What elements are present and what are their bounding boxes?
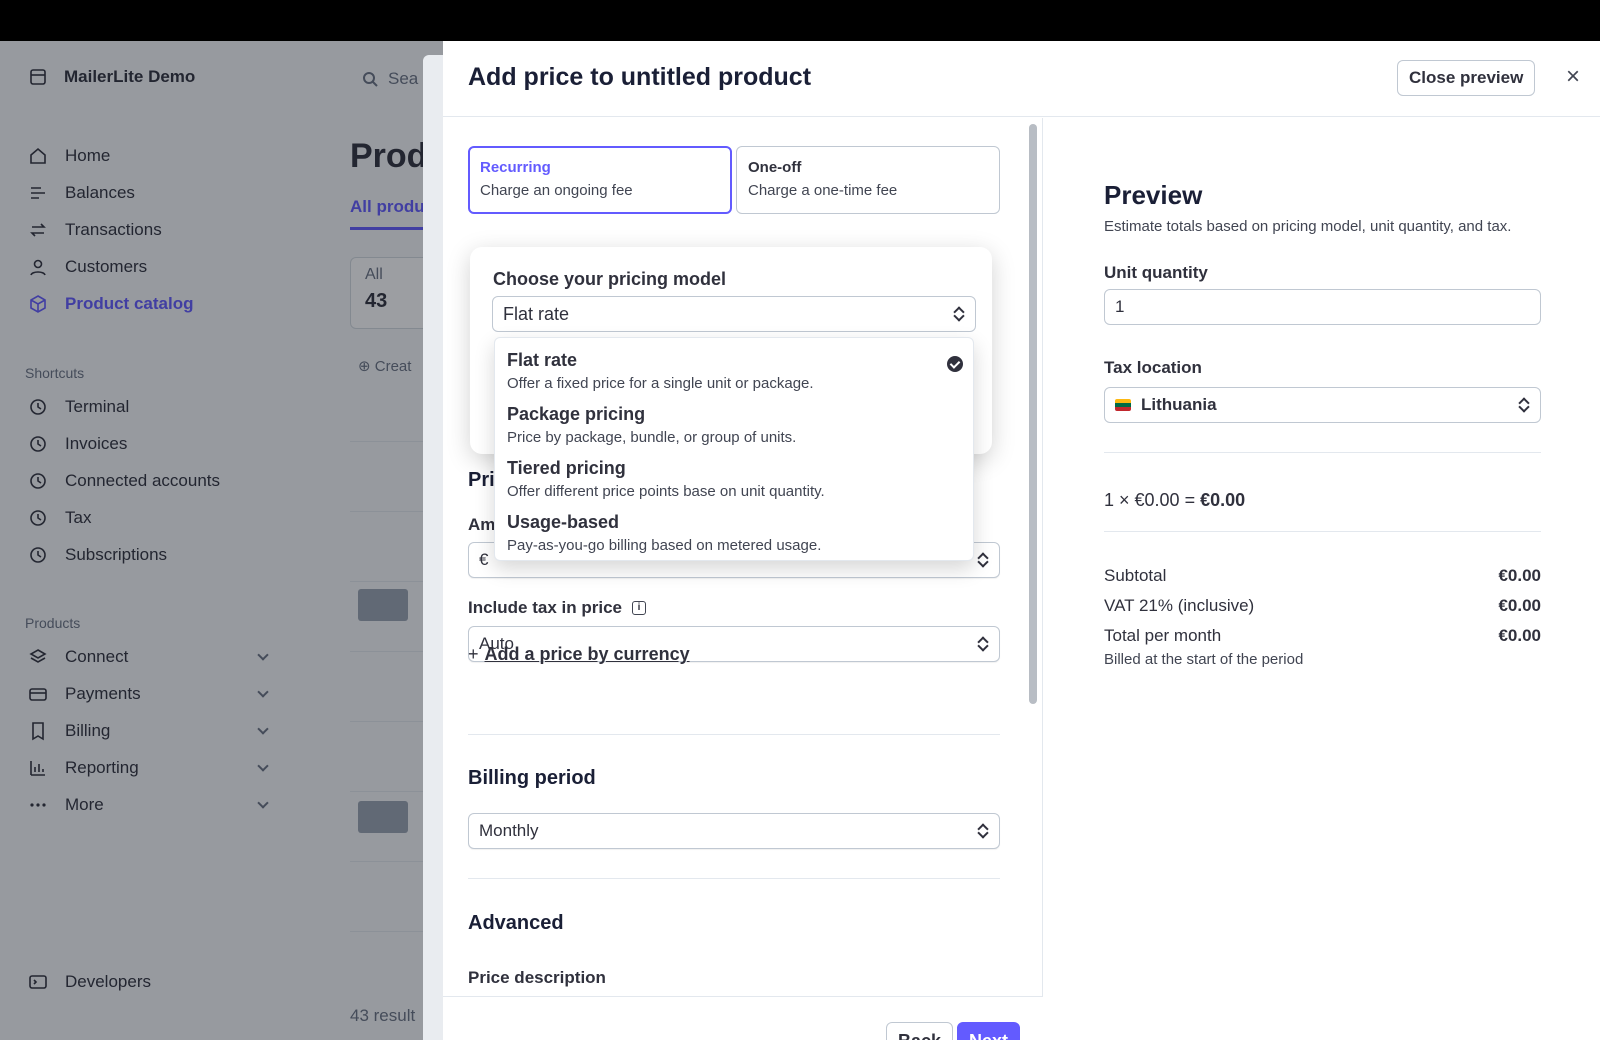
- close-preview-button[interactable]: Close preview: [1397, 60, 1536, 96]
- tax-location-label: Tax location: [1104, 358, 1202, 377]
- option-desc: Price by package, bundle, or group of un…: [507, 429, 797, 446]
- panel-header: Add price to untitled product Close prev…: [443, 41, 1600, 117]
- option-flat-rate[interactable]: Flat rate Offer a fixed price for a sing…: [507, 350, 963, 404]
- billing-note: Billed at the start of the period: [1104, 651, 1304, 668]
- vat-row: VAT 21% (inclusive) €0.00: [1104, 596, 1541, 616]
- option-title: Usage-based: [507, 512, 620, 532]
- price-description-label: Price description: [468, 968, 606, 987]
- lithuania-flag-icon: [1115, 399, 1131, 411]
- price-type-one-off[interactable]: One-off Charge a one-time fee: [736, 146, 1000, 214]
- updown-chevron-icon: [977, 635, 989, 653]
- check-circle-icon: [947, 356, 963, 372]
- option-title: Tiered pricing: [507, 458, 626, 478]
- price-type-recurring[interactable]: Recurring Charge an ongoing fee: [468, 146, 732, 214]
- option-desc: Offer a fixed price for a single unit or…: [507, 375, 814, 392]
- subtotal-value: €0.00: [1498, 566, 1541, 585]
- include-tax-label-text: Include tax in price: [468, 598, 622, 617]
- info-icon[interactable]: i: [632, 601, 646, 615]
- app-window: MailerLite Demo Home Balances Transactio…: [0, 41, 1600, 1040]
- pricing-model-title: Choose your pricing model: [493, 269, 727, 289]
- divider: [1104, 452, 1541, 453]
- unit-quantity-input[interactable]: 1: [1104, 289, 1541, 325]
- next-button[interactable]: Next: [957, 1022, 1021, 1040]
- updown-chevron-icon: [1518, 396, 1530, 414]
- form-scrollbar[interactable]: [1029, 124, 1037, 704]
- vat-label: VAT 21% (inclusive): [1104, 596, 1255, 615]
- divider: [468, 878, 1000, 879]
- subtotal-row: Subtotal €0.00: [1104, 566, 1541, 586]
- billing-period-title: Billing period: [468, 767, 596, 789]
- top-black-bar: [0, 0, 1600, 41]
- include-tax-label: Include tax in price i: [468, 598, 646, 618]
- tax-location-select[interactable]: Lithuania: [1104, 387, 1541, 423]
- formula-expression: 1 × €0.00 =: [1104, 490, 1196, 510]
- preview-column: Preview Estimate totals based on pricing…: [1043, 118, 1600, 1040]
- divider: [468, 734, 1000, 735]
- add-price-by-currency-link[interactable]: + Add a price by currency: [468, 644, 690, 665]
- formula-result: €0.00: [1200, 490, 1246, 510]
- tax-location-value: Lithuania: [1141, 395, 1217, 414]
- pricing-model-selected: Flat rate: [503, 303, 570, 324]
- close-icon[interactable]: ×: [1559, 65, 1587, 93]
- total-row: Total per month €0.00: [1104, 626, 1541, 646]
- advanced-title: Advanced: [468, 912, 564, 934]
- back-button[interactable]: Back: [886, 1022, 954, 1040]
- subtotal-label: Subtotal: [1104, 566, 1167, 585]
- option-title: Package pricing: [507, 404, 646, 424]
- price-section-title: Pri: [468, 469, 495, 491]
- add-currency-label: Add a price by currency: [484, 644, 690, 664]
- price-type-desc: Charge an ongoing fee: [480, 182, 633, 199]
- total-value: €0.00: [1498, 626, 1541, 645]
- vat-value: €0.00: [1498, 596, 1541, 615]
- amount-label: Am: [468, 515, 496, 534]
- option-title: Flat rate: [507, 350, 578, 370]
- billing-period-select[interactable]: Monthly: [468, 813, 1000, 849]
- option-package-pricing[interactable]: Package pricing Price by package, bundle…: [507, 404, 963, 458]
- unit-quantity-value: 1: [1115, 297, 1125, 316]
- option-tiered-pricing[interactable]: Tiered pricing Offer different price poi…: [507, 458, 963, 512]
- price-type-title: Recurring: [480, 159, 551, 176]
- divider: [1104, 531, 1541, 532]
- unit-quantity-label: Unit quantity: [1104, 263, 1208, 282]
- option-desc: Pay-as-you-go billing based on metered u…: [507, 537, 822, 554]
- preview-title: Preview: [1104, 180, 1203, 210]
- price-formula: 1 × €0.00 = €0.00: [1104, 490, 1245, 511]
- preview-description: Estimate totals based on pricing model, …: [1104, 218, 1512, 235]
- price-type-desc: Charge a one-time fee: [748, 182, 898, 199]
- updown-chevron-icon: [953, 305, 965, 323]
- option-desc: Offer different price points base on uni…: [507, 483, 825, 500]
- billing-period-value: Monthly: [479, 821, 539, 840]
- pricing-model-dropdown: Flat rate Offer a fixed price for a sing…: [494, 337, 974, 561]
- total-label: Total per month: [1104, 626, 1222, 645]
- updown-chevron-icon: [977, 822, 989, 840]
- updown-chevron-icon: [977, 551, 989, 569]
- currency-symbol: €: [479, 550, 489, 569]
- price-type-title: One-off: [748, 159, 802, 176]
- panel-footer: Back Next: [443, 996, 1043, 1040]
- option-usage-based[interactable]: Usage-based Pay-as-you-go billing based …: [507, 512, 963, 566]
- plus-icon: +: [468, 644, 479, 664]
- panel-title: Add price to untitled product: [468, 63, 812, 91]
- pricing-model-select[interactable]: Flat rate: [492, 296, 976, 332]
